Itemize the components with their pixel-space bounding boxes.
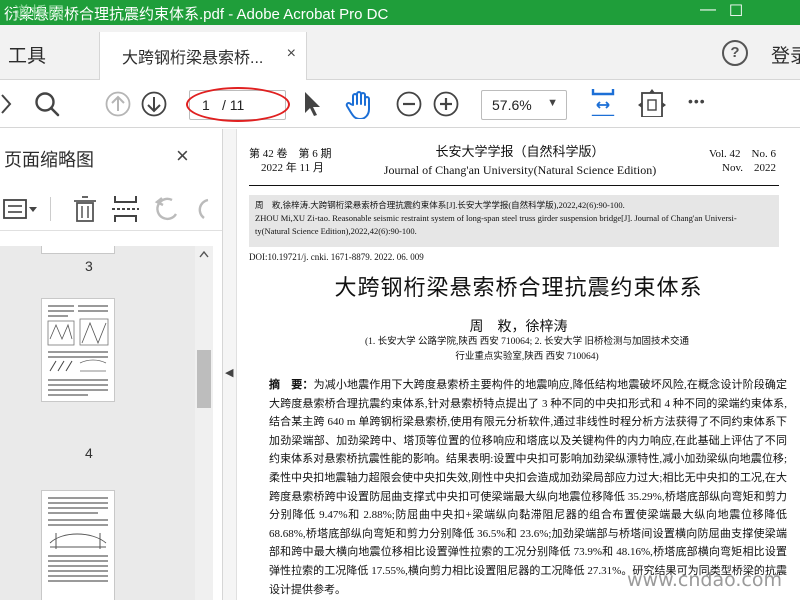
partial-icon <box>1 94 12 114</box>
close-tab-icon[interactable]: × <box>287 45 296 63</box>
delete-icon[interactable] <box>72 195 98 223</box>
thumbnail-number-4: 4 <box>85 445 93 461</box>
undo-icon[interactable] <box>154 196 182 222</box>
document-view[interactable]: 第 42 卷 第 6 期 2022 年 11 月 长安大学学报（自然科学版） J… <box>237 129 800 600</box>
scrollbar-thumb[interactable] <box>197 350 211 408</box>
maximize-button[interactable]: ☐ <box>722 1 750 23</box>
journal-volume-en: Vol. 42 No. 6 Nov. 2022 <box>704 147 776 175</box>
more-tools-button[interactable]: ••• <box>688 93 706 123</box>
issue-date: 2022 年 11 月 <box>261 162 324 174</box>
citation-en: ZHOU Mi,XU Zi-tao. Reasonable seismic re… <box>255 213 737 223</box>
thumbnail-page-5[interactable] <box>41 490 115 600</box>
extract-pages-icon[interactable] <box>112 194 140 224</box>
pdf-page: 第 42 卷 第 6 期 2022 年 11 月 长安大学学报（自然科学版） J… <box>237 129 800 600</box>
article-title: 大跨钢桁梁悬索桥合理抗震约束体系 <box>334 275 703 300</box>
select-cursor-icon[interactable] <box>300 89 324 119</box>
options-menu-icon[interactable] <box>2 198 38 220</box>
affiliation-line-2: 行业重点实验室,陕西 西安 710064) <box>455 352 599 362</box>
scroll-icon[interactable] <box>638 87 666 117</box>
annotation-ellipse <box>186 87 290 122</box>
doc-tab-label: 大跨钢桁梁悬索桥... <box>122 50 264 67</box>
separator <box>50 197 51 221</box>
zoom-out-icon[interactable] <box>396 89 424 119</box>
issue-date-en: Nov. 2022 <box>722 162 776 174</box>
tab-bar: 工具 大跨钢桁梁悬索桥... × ? 登录 <box>0 25 800 80</box>
abstract: 摘 要：为减小地震作用下大跨度悬索桥主要构件的地震响应,降低结构地震破坏风险,在… <box>269 376 787 599</box>
minimize-button[interactable]: — <box>694 1 722 23</box>
chevron-down-icon: ▼ <box>547 97 558 109</box>
close-panel-icon[interactable]: × <box>176 143 189 169</box>
tab-tools[interactable]: 工具 <box>8 41 46 68</box>
next-page-icon[interactable] <box>140 89 168 119</box>
toolbar: 1 / 11 57.6% ▼ ••• <box>0 81 800 128</box>
zoom-in-icon[interactable] <box>433 89 461 119</box>
citation-cn: 周 敉,徐梓涛.大跨钢桁梁悬索桥合理抗震约束体系[J].长安大学学报(自然科学版… <box>255 200 625 210</box>
affiliations: (1. 长安大学 公路学院,陕西 西安 710064; 2. 长安大学 旧桥检测… <box>337 335 717 365</box>
journal-volume: 第 42 卷 第 6 期 2022 年 11 月 <box>249 147 332 175</box>
redo-icon[interactable] <box>194 196 216 222</box>
thumbnail-content-4 <box>47 305 109 396</box>
signin-button[interactable]: 登录 <box>771 41 800 68</box>
thumbnail-number-3: 3 <box>85 258 93 274</box>
watermark-top: 道桥网 <box>14 3 66 22</box>
thumbnail-page-3[interactable] <box>41 246 115 254</box>
watermark-bottom: www.cndao.com <box>627 569 783 591</box>
panel-title: 页面缩略图 <box>4 150 94 170</box>
prev-page-icon[interactable] <box>104 89 132 119</box>
thumbnail-panel: 页面缩略图 × 3 4 <box>0 129 223 600</box>
article-authors: 周 敉，徐梓涛 <box>469 320 568 335</box>
journal-name: 长安大学学报（自然科学版） Journal of Chang'an Univer… <box>377 143 663 179</box>
panel-collapse-bar[interactable]: ◀ <box>223 129 237 600</box>
fit-page-icon[interactable] <box>589 86 617 116</box>
panel-toolbar <box>0 187 222 231</box>
hand-tool-icon[interactable] <box>344 89 376 119</box>
zoom-select[interactable]: 57.6% ▼ <box>481 90 567 120</box>
search-icon[interactable] <box>32 89 62 119</box>
help-icon[interactable]: ? <box>722 40 748 66</box>
thumbnail-list: 3 4 <box>0 246 213 600</box>
affiliation-line-1: (1. 长安大学 公路学院,陕西 西安 710064; 2. 长安大学 旧桥检测… <box>364 337 690 347</box>
thumbnail-content-5 <box>48 497 108 582</box>
tab-document[interactable]: 大跨钢桁梁悬索桥... × <box>99 32 307 80</box>
volume-issue: 第 42 卷 第 6 期 <box>249 148 332 160</box>
citation-en-cont: ty(Natural Science Edition),2022,42(6):9… <box>255 226 417 236</box>
abstract-label: 摘 要： <box>269 379 314 391</box>
citation-box: 周 敉,徐梓涛.大跨钢桁梁悬索桥合理抗震约束体系[J].长安大学学报(自然科学版… <box>249 195 779 247</box>
journal-name-en: Journal of Chang'an University(Natural S… <box>383 163 657 177</box>
title-bar: 衍梁悬索桥合理抗震约束体系.pdf - Adobe Acrobat Pro DC… <box>0 0 800 25</box>
volume-issue-en: Vol. 42 No. 6 <box>708 148 776 160</box>
journal-name-cn: 长安大学学报（自然科学版） <box>435 144 605 159</box>
thumbnail-scrollbar[interactable] <box>195 246 213 600</box>
thumbnail-page-4[interactable] <box>41 298 115 402</box>
abstract-text: 为减小地震作用下大跨度悬索桥主要构件的地震响应,降低结构地震破坏风险,在概念设计… <box>269 379 788 596</box>
zoom-value: 57.6% <box>492 97 532 113</box>
collapse-arrow-icon[interactable]: ◀ <box>225 366 233 379</box>
doi: DOI:10.19721/j. cnki. 1671-8879. 2022. 0… <box>249 252 424 262</box>
header-rule <box>249 185 779 186</box>
scroll-up-icon[interactable] <box>199 250 209 258</box>
